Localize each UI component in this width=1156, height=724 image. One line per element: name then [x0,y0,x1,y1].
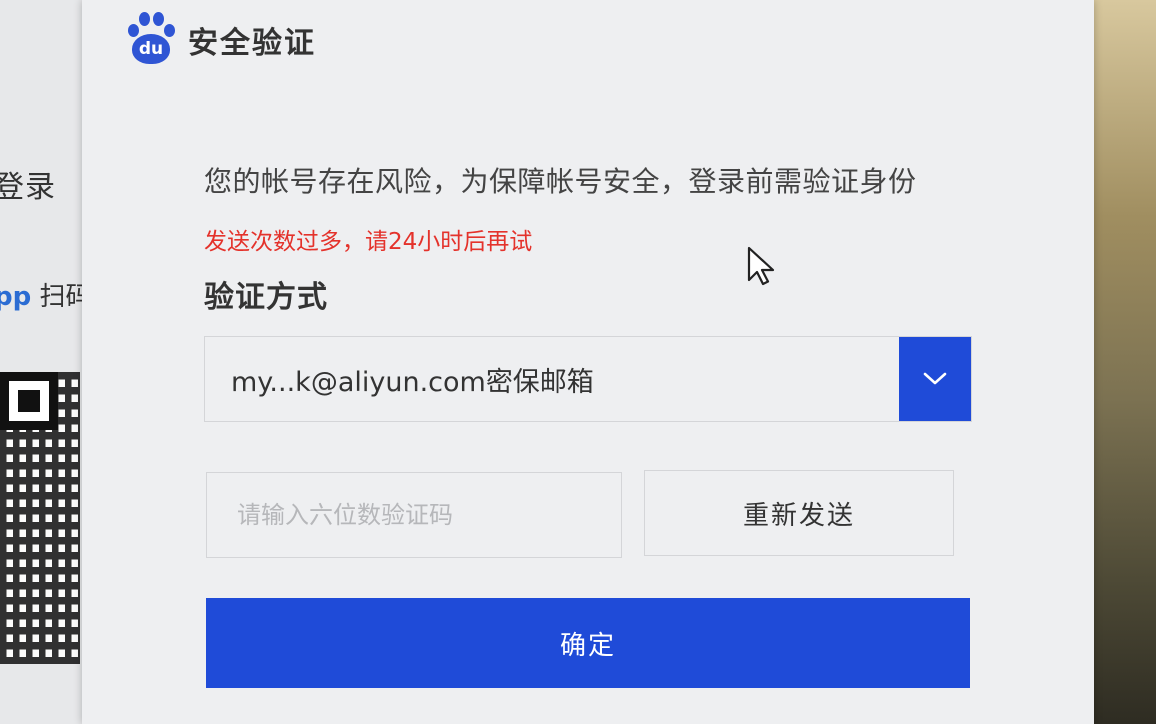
background-app-highlight: pp [0,282,32,312]
resend-button[interactable]: 重新发送 [644,470,954,556]
baidu-paw-icon: du [124,12,178,68]
dialog-header: du 安全验证 [124,8,316,72]
background-login-text: 登录 [0,170,56,205]
paw-toe-left [128,24,139,37]
confirm-button[interactable]: 确定 [206,598,970,688]
risk-description: 您的帐号存在风险，为保障帐号安全，登录前需验证身份 [204,165,917,198]
background-app-scan-text: pp 扫码 [0,276,92,313]
dialog-title: 安全验证 [188,26,316,61]
verification-method-value: my...k@aliyun.com密保邮箱 [231,366,594,398]
verification-code-input[interactable] [206,472,622,558]
verification-method-select[interactable]: my...k@aliyun.com密保邮箱 [204,336,972,422]
background-qr-finder [0,372,58,430]
chevron-down-icon [923,372,947,385]
error-message: 发送次数过多，请24小时后再试 [204,229,533,255]
dropdown-toggle-button[interactable] [899,337,971,421]
paw-toe-mid-right [153,12,164,26]
paw-toe-mid-left [139,12,150,26]
background-right-edge [1094,0,1156,724]
security-verification-dialog: du 安全验证 您的帐号存在风险，为保障帐号安全，登录前需验证身份 发送次数过多… [82,0,1094,724]
logo-text: du [132,34,170,64]
paw-toe-right [164,24,175,37]
verification-method-label: 验证方式 [204,280,328,315]
mouse-cursor-icon [747,246,775,286]
